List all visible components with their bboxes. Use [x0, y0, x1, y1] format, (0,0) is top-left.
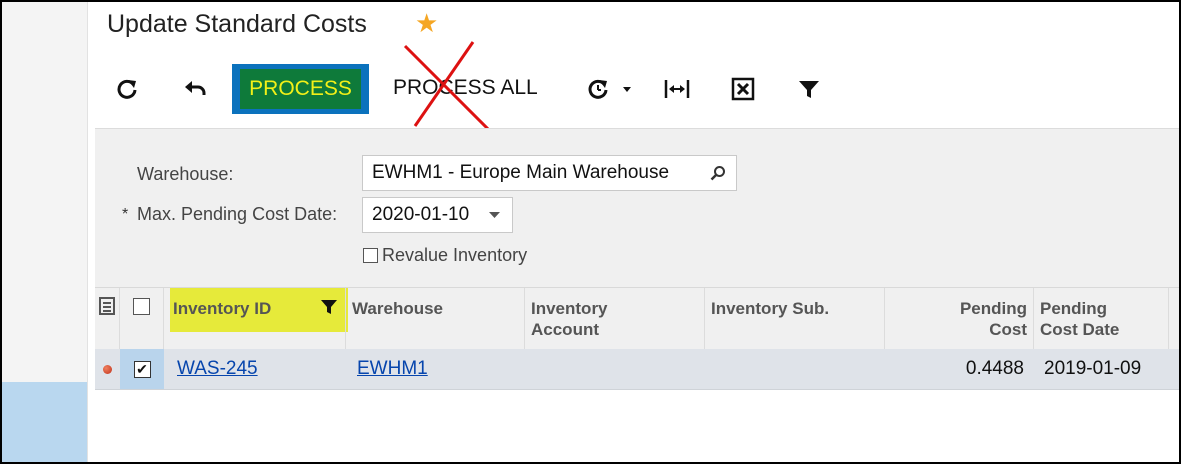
warehouse-link[interactable]: EWHM1	[357, 358, 428, 380]
favorite-star-icon[interactable]: ★	[415, 8, 438, 39]
schedule-menu[interactable]	[584, 74, 634, 104]
column-filter-icon[interactable]	[321, 300, 337, 315]
warehouse-value: EWHM1 - Europe Main Warehouse	[372, 162, 670, 183]
process-button-label: PROCESS	[240, 69, 361, 109]
column-pending-cost-date-line2: Cost Date	[1040, 320, 1120, 339]
column-inventory-account-line2: Account	[531, 320, 599, 339]
max-pending-cost-date-label: Max. Pending Cost Date:	[137, 204, 338, 224]
inventory-id-link[interactable]: WAS-245	[177, 358, 258, 380]
fit-width-icon[interactable]	[660, 74, 694, 104]
row-settings-icon[interactable]	[95, 288, 120, 349]
cell-inventory-account[interactable]	[525, 349, 705, 389]
column-pending-cost-date-line1: Pending	[1040, 299, 1108, 318]
process-button[interactable]: PROCESS	[232, 64, 369, 114]
nav-selected-item[interactable]	[2, 382, 87, 462]
revalue-checkbox-box[interactable]	[363, 248, 378, 263]
chevron-down-icon	[489, 212, 500, 218]
row-select-checkbox[interactable]: ✔	[120, 349, 164, 389]
cell-warehouse[interactable]: EWHM1	[345, 349, 525, 389]
filter-icon[interactable]	[794, 74, 824, 104]
date-value: 2020-01-10	[372, 204, 470, 225]
app-window: Update Standard Costs ★ PROCESS PROCESS …	[0, 0, 1181, 464]
column-inventory-id[interactable]: Inventory ID	[164, 288, 348, 349]
column-inventory-sub-label: Inventory Sub.	[711, 299, 830, 318]
table-row[interactable]: ✔ WAS-245 EWHM1 0.4488 2019-01-09	[95, 349, 1179, 390]
column-inventory-sub[interactable]: Inventory Sub.	[705, 288, 885, 349]
revalue-inventory-label: Revalue Inventory	[382, 245, 528, 265]
column-inventory-account-line1: Inventory	[531, 299, 608, 318]
process-all-button[interactable]: PROCESS ALL	[393, 76, 538, 100]
max-pending-cost-date-input[interactable]: 2020-01-10	[362, 197, 513, 233]
warehouse-label: Warehouse:	[137, 164, 234, 184]
column-pending-cost-date[interactable]: Pending Cost Date	[1034, 288, 1169, 349]
column-warehouse[interactable]: Warehouse	[345, 288, 525, 349]
required-mark: *	[122, 206, 129, 223]
revalue-inventory-checkbox[interactable]: Revalue Inventory	[363, 245, 527, 266]
row-status-dot-icon	[95, 349, 120, 389]
cell-pending-cost[interactable]: 0.4488	[885, 349, 1024, 389]
column-warehouse-label: Warehouse	[352, 299, 444, 318]
export-excel-icon[interactable]	[728, 74, 758, 104]
grid-header: Inventory ID Warehouse Inventory Account…	[95, 287, 1179, 349]
chevron-down-icon	[623, 87, 631, 92]
filter-panel: Warehouse: EWHM1 - Europe Main Warehouse…	[95, 128, 1179, 287]
search-icon	[710, 166, 725, 181]
left-navigation-rail	[2, 2, 88, 462]
undo-icon[interactable]	[180, 74, 210, 104]
column-inventory-account[interactable]: Inventory Account	[525, 288, 705, 349]
cell-pending-cost-date[interactable]: 2019-01-09	[1044, 349, 1174, 389]
schedule-icon	[588, 79, 631, 99]
column-inventory-id-label: Inventory ID	[173, 299, 272, 318]
select-all-checkbox[interactable]	[120, 288, 164, 349]
warehouse-selector[interactable]: EWHM1 - Europe Main Warehouse	[362, 155, 737, 191]
refresh-icon[interactable]	[112, 74, 142, 104]
column-pending-cost[interactable]: Pending Cost	[885, 288, 1034, 349]
page-title: Update Standard Costs	[107, 10, 367, 38]
column-pending-cost-line2: Cost	[989, 320, 1027, 339]
cell-inventory-id[interactable]: WAS-245	[164, 349, 345, 389]
checkmark-icon: ✔	[133, 360, 151, 378]
cell-inventory-sub[interactable]	[705, 349, 885, 389]
column-pending-cost-line1: Pending	[959, 299, 1027, 318]
